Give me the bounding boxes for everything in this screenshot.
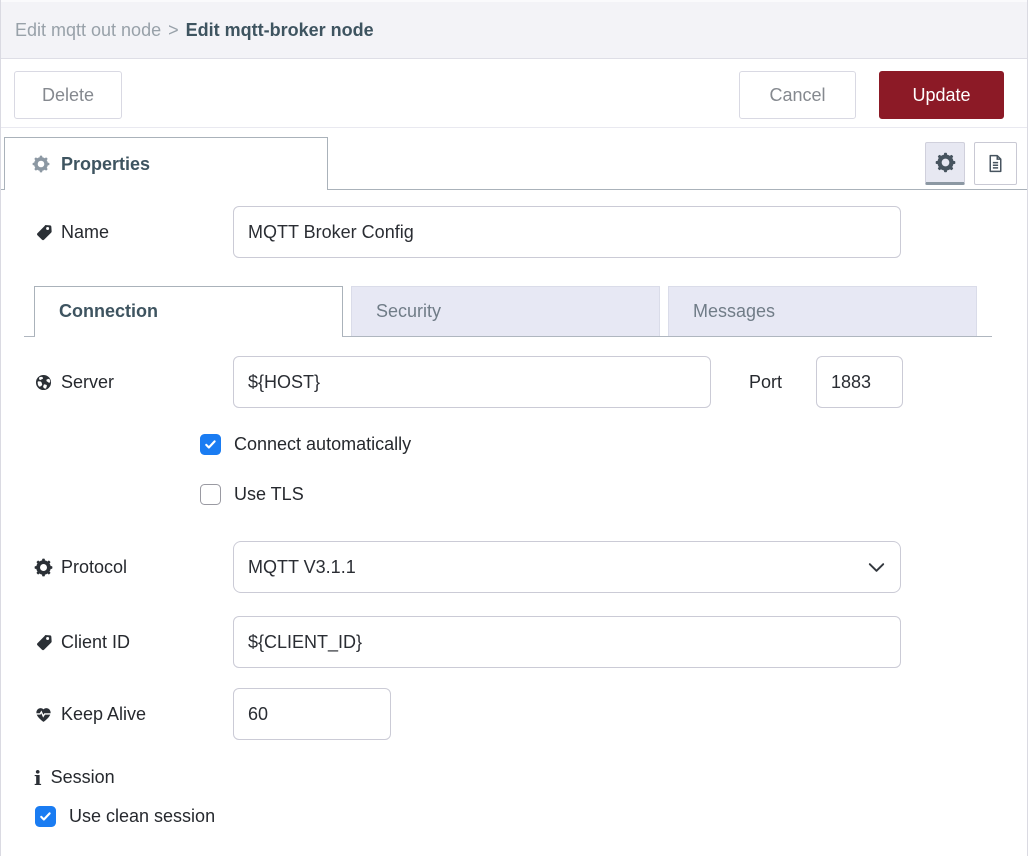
dialog-toolbar: Delete Cancel Update (1, 59, 1027, 128)
edit-node-dialog: Edit mqtt out node > Edit mqtt-broker no… (0, 0, 1028, 856)
tag-icon (34, 223, 53, 242)
session-label: Session (51, 767, 115, 788)
show-description-button[interactable] (974, 142, 1017, 185)
document-icon (985, 153, 1006, 174)
properties-form: Name Connection Security Messages Server (1, 206, 1027, 827)
cancel-button[interactable]: Cancel (739, 71, 856, 119)
tab-security[interactable]: Security (351, 286, 660, 336)
keep-alive-row: Keep Alive (1, 688, 1027, 740)
connect-automatically-checkbox[interactable] (200, 434, 221, 455)
use-tls-label[interactable]: Use TLS (234, 484, 304, 505)
client-id-input[interactable] (233, 616, 901, 668)
page-title: Edit mqtt-broker node (186, 20, 374, 41)
client-id-label: Client ID (34, 632, 233, 653)
editor-tabbar: Properties (1, 137, 1027, 190)
info-icon: i (34, 768, 42, 788)
use-tls-checkbox[interactable] (200, 484, 221, 505)
name-label: Name (34, 222, 233, 243)
clean-session-label[interactable]: Use clean session (69, 806, 215, 827)
port-input[interactable] (816, 356, 903, 408)
delete-button[interactable]: Delete (14, 71, 122, 119)
server-label: Server (34, 372, 233, 393)
port-label: Port (749, 372, 782, 393)
connect-automatically-label[interactable]: Connect automatically (234, 434, 411, 455)
keep-alive-label: Keep Alive (34, 704, 233, 725)
name-input[interactable] (233, 206, 901, 258)
breadcrumb: Edit mqtt out node > Edit mqtt-broker no… (1, 0, 1027, 59)
update-button[interactable]: Update (879, 71, 1004, 119)
tag-icon (34, 633, 53, 652)
server-row: Server Port (1, 356, 1027, 408)
toolbar-right-group: Cancel Update (739, 71, 1004, 119)
protocol-selected-value: MQTT V3.1.1 (248, 557, 356, 578)
server-input[interactable] (233, 356, 711, 408)
clean-session-checkbox[interactable] (35, 806, 56, 827)
name-row: Name (1, 206, 1027, 258)
tab-properties[interactable]: Properties (4, 137, 328, 190)
connect-automatically-row: Connect automatically (1, 434, 1027, 455)
show-properties-button[interactable] (925, 142, 965, 185)
protocol-row: Protocol MQTT V3.1.1 (1, 541, 1027, 593)
session-heading: i Session (1, 767, 1027, 788)
keep-alive-input[interactable] (233, 688, 391, 740)
breadcrumb-separator: > (168, 20, 179, 41)
tab-properties-label: Properties (61, 154, 150, 175)
protocol-select[interactable]: MQTT V3.1.1 (233, 541, 901, 593)
breadcrumb-parent[interactable]: Edit mqtt out node (15, 20, 161, 41)
gear-icon (34, 558, 53, 577)
client-id-row: Client ID (1, 616, 1027, 668)
tab-connection[interactable]: Connection (34, 286, 343, 336)
clean-session-row: Use clean session (1, 806, 1027, 827)
heartbeat-icon (34, 705, 53, 724)
globe-icon (34, 373, 53, 392)
use-tls-row: Use TLS (1, 484, 1027, 505)
gear-icon (935, 152, 956, 173)
chevron-down-icon (865, 556, 888, 579)
gear-icon (32, 155, 50, 173)
broker-section-tabs: Connection Security Messages (24, 286, 992, 337)
protocol-label: Protocol (34, 557, 233, 578)
tab-messages[interactable]: Messages (668, 286, 977, 336)
check-icon (38, 809, 53, 824)
check-icon (203, 437, 218, 452)
